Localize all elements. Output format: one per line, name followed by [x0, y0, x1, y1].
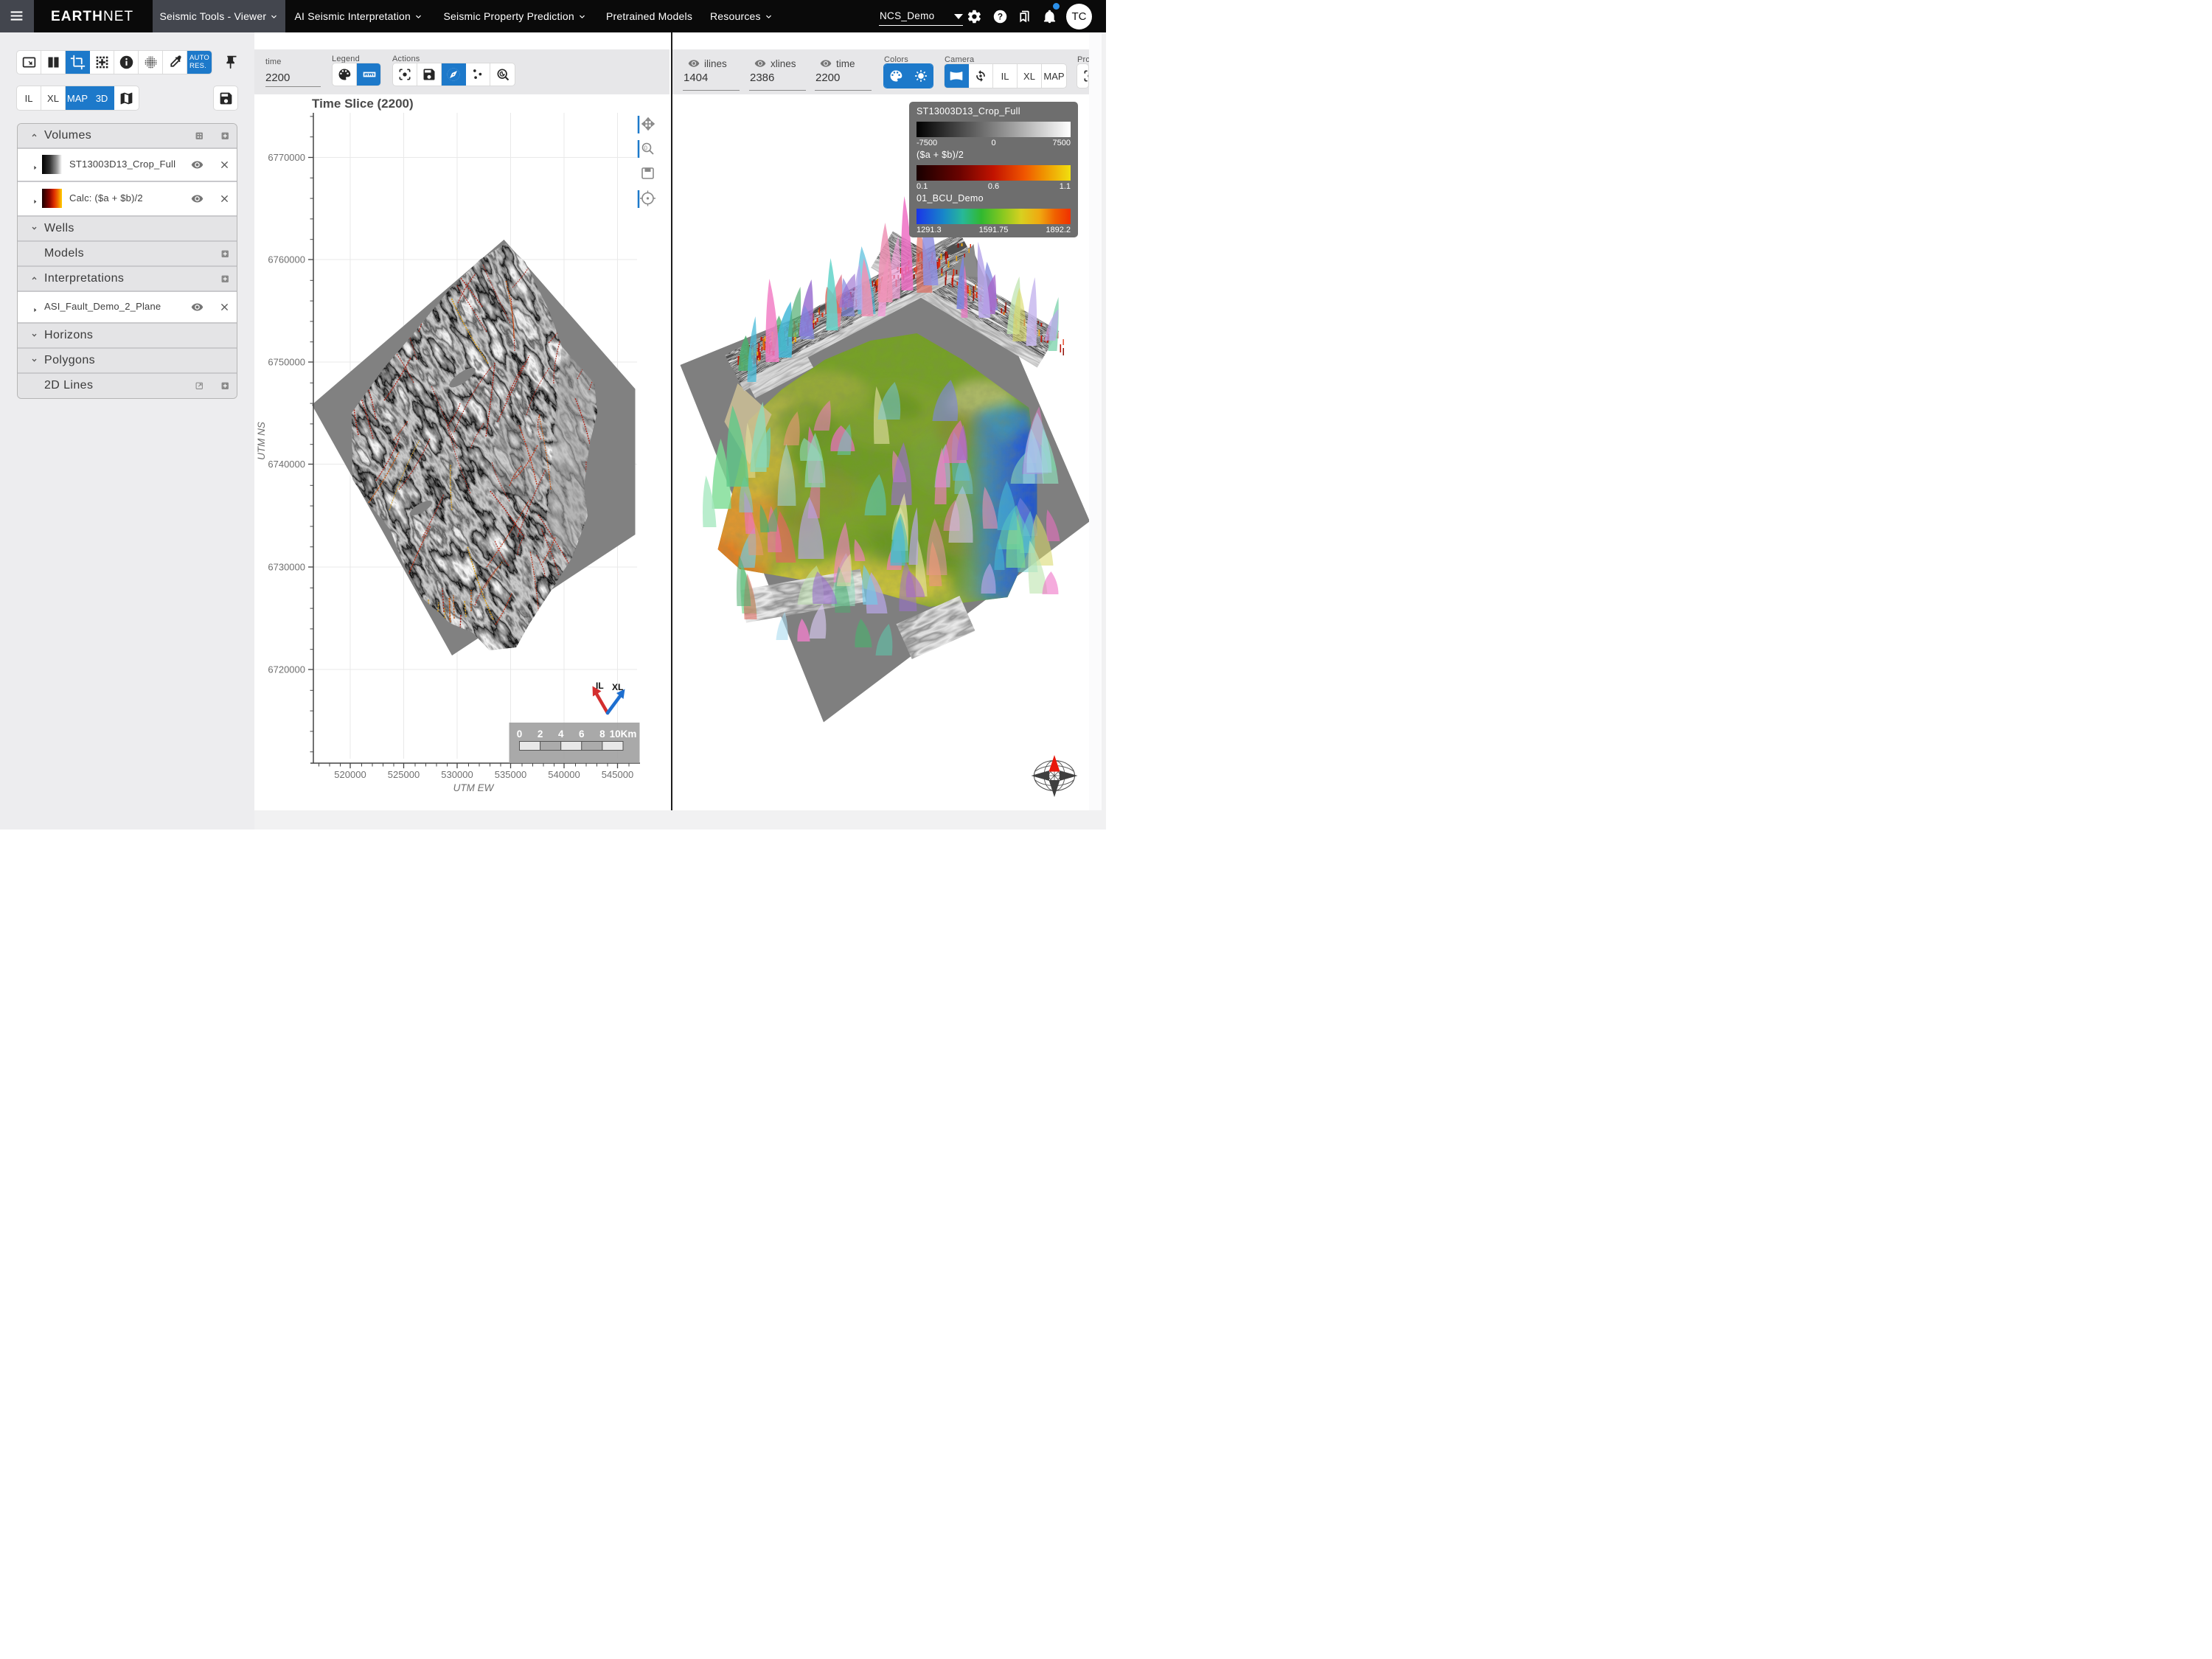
- svg-text:540000: 540000: [548, 769, 580, 780]
- svg-text:UTM NS: UTM NS: [256, 422, 267, 460]
- svg-text:?: ?: [998, 11, 1003, 21]
- svg-text:6740000: 6740000: [268, 459, 305, 470]
- svg-text:Time Slice (2200): Time Slice (2200): [312, 97, 414, 111]
- svg-text:6770000: 6770000: [268, 152, 305, 163]
- svg-text:6720000: 6720000: [268, 664, 305, 675]
- svg-text:6: 6: [579, 728, 585, 740]
- svg-text:520000: 520000: [334, 769, 366, 780]
- svg-text:UTM EW: UTM EW: [453, 782, 495, 793]
- svg-text:530000: 530000: [441, 769, 473, 780]
- svg-text:4: 4: [558, 728, 564, 740]
- svg-text:535000: 535000: [495, 769, 526, 780]
- svg-text:6760000: 6760000: [268, 254, 305, 265]
- svg-text:8: 8: [599, 728, 605, 740]
- svg-text:10Km: 10Km: [610, 728, 637, 740]
- svg-text:0: 0: [517, 728, 523, 740]
- svg-text:6750000: 6750000: [268, 357, 305, 368]
- svg-text:525000: 525000: [388, 769, 420, 780]
- svg-text:2: 2: [538, 728, 543, 740]
- svg-text:IL: IL: [596, 681, 604, 691]
- svg-text:0: 0: [644, 145, 648, 152]
- svg-text:XL: XL: [612, 682, 623, 692]
- svg-text:6730000: 6730000: [268, 562, 305, 573]
- svg-text:545000: 545000: [602, 769, 633, 780]
